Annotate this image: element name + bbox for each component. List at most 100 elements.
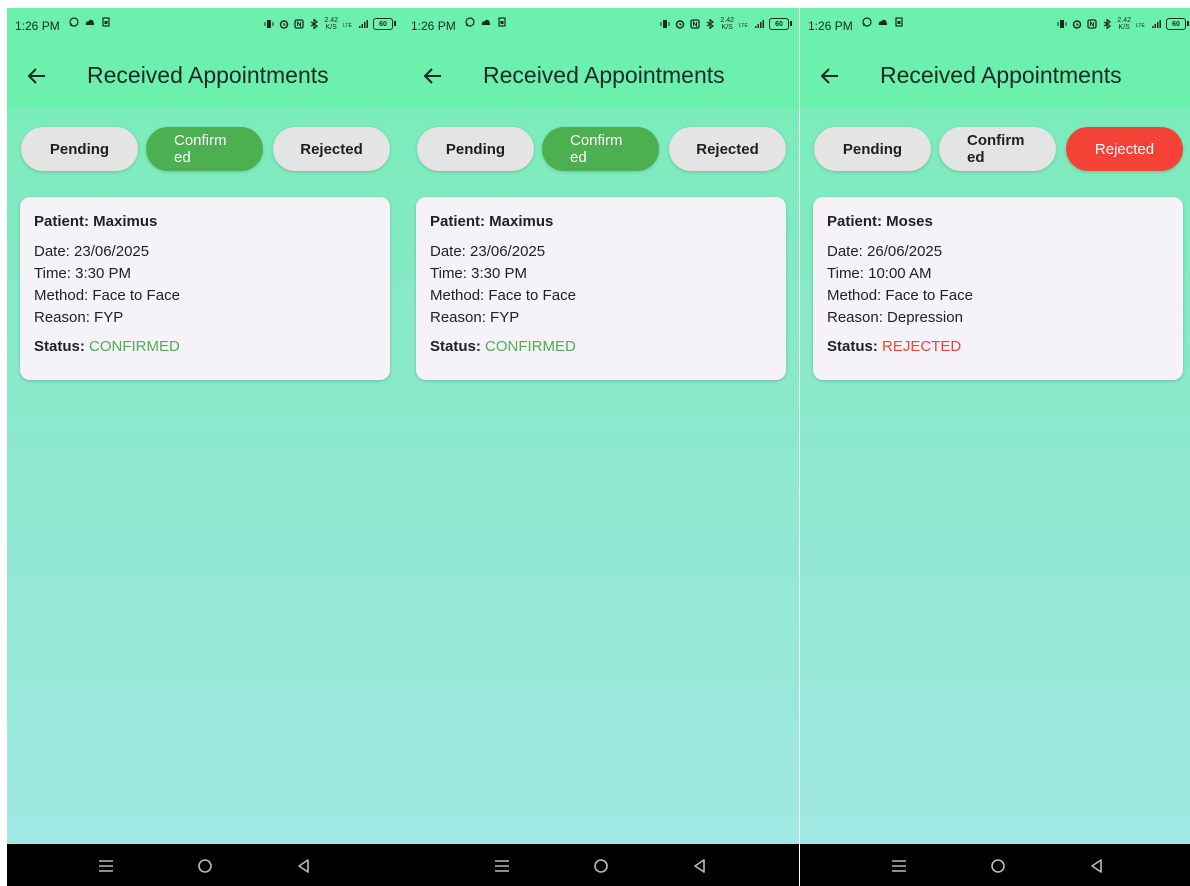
status-time: 1:26 PM	[808, 19, 853, 33]
battery-icon: 60	[373, 18, 396, 30]
tab-confirmed[interactable]: Confirm ed	[939, 127, 1056, 171]
stage: 1:26 PM 2.42 K/S LTE 60 Received Appointm…	[0, 0, 1190, 886]
appointment-date: Date: 23/06/2025	[430, 243, 546, 260]
appointment-card[interactable]: Patient: Maximus Date: 23/06/2025 Time: …	[416, 197, 786, 380]
appointment-card[interactable]: Patient: Moses Date: 26/06/2025 Time: 10…	[813, 197, 1183, 380]
sim-card-icon	[895, 17, 903, 27]
patient-name: Patient: Moses	[827, 213, 933, 230]
appointment-reason: Reason: Depression	[827, 309, 963, 326]
appointment-card[interactable]: Patient: Maximus Date: 23/06/2025 Time: …	[20, 197, 390, 380]
sim-card-icon	[498, 17, 506, 27]
vibrate-icon	[264, 20, 274, 28]
status-bar: 1:26 PM 2.42 K/S LTE 60	[800, 8, 1190, 44]
tab-rejected[interactable]: Rejected	[273, 127, 390, 171]
status-time: 1:26 PM	[15, 19, 60, 33]
back-triangle-icon[interactable]	[295, 857, 313, 875]
appointment-time: Time: 3:30 PM	[34, 265, 131, 282]
vibrate-icon	[660, 20, 670, 28]
page-title: Received Appointments	[880, 62, 1122, 88]
back-arrow-icon[interactable]	[421, 64, 445, 88]
svg-text:LTE: LTE	[739, 23, 748, 29]
net-speed: 2.42 K/S	[1117, 17, 1131, 31]
net-speed: 2.42 K/S	[324, 17, 338, 31]
back-arrow-icon[interactable]	[818, 64, 842, 88]
alarm-icon	[280, 20, 289, 29]
alarm-icon	[1073, 20, 1082, 29]
tab-rejected[interactable]: Rejected	[1066, 127, 1183, 171]
lte-icon: LTE	[739, 23, 748, 29]
appointment-status: Status: CONFIRMED	[34, 338, 376, 355]
status-bar: 1:26 PM 2.42 K/S LTE 60	[7, 8, 403, 44]
nfc-icon	[1087, 19, 1098, 29]
recent-apps-icon[interactable]	[97, 857, 115, 875]
tab-confirmed[interactable]: Confirm ed	[542, 127, 659, 171]
patient-name: Patient: Maximus	[34, 213, 158, 230]
tab-rejected[interactable]: Rejected	[669, 127, 786, 171]
home-icon[interactable]	[989, 857, 1007, 875]
nav-bar	[7, 844, 403, 886]
page-title: Received Appointments	[87, 62, 329, 88]
vibrate-icon	[1057, 20, 1067, 28]
status-value: CONFIRMED	[485, 338, 576, 355]
signal-icon	[1152, 20, 1161, 28]
status-label: Status:	[430, 338, 481, 355]
phone-screen-2: 1:26 PM 2.42 K/S LTE 60 Received Appointm…	[403, 8, 799, 886]
signal-icon	[359, 20, 368, 28]
appointment-status: Status: CONFIRMED	[430, 338, 772, 355]
back-triangle-icon[interactable]	[1088, 857, 1106, 875]
lte-icon: LTE	[343, 23, 352, 29]
tab-pending[interactable]: Pending	[417, 127, 534, 171]
appointment-method: Method: Face to Face	[34, 287, 180, 304]
nfc-icon	[690, 19, 701, 29]
page-title: Received Appointments	[483, 62, 725, 88]
appointment-reason: Reason: FYP	[34, 309, 124, 326]
nav-bar	[403, 844, 799, 886]
sim-card-icon	[102, 17, 110, 27]
back-triangle-icon[interactable]	[691, 857, 709, 875]
net-speed: 2.42 K/S	[720, 17, 734, 31]
lte-icon: LTE	[1136, 23, 1145, 29]
phone-screen-3: 1:26 PM 2.42 K/S LTE 60 Received Appointm…	[800, 8, 1190, 886]
status-time: 1:26 PM	[411, 19, 456, 33]
home-icon[interactable]	[196, 857, 214, 875]
bluetooth-icon	[1104, 19, 1112, 29]
app-bar: Received Appointments	[7, 44, 403, 108]
cloud-icon	[481, 19, 491, 25]
tab-confirmed[interactable]: Confirm ed	[146, 127, 263, 171]
appointment-date: Date: 26/06/2025	[827, 243, 943, 260]
cloud-icon	[85, 19, 95, 25]
bluetooth-icon	[311, 19, 319, 29]
whatsapp-icon	[69, 17, 79, 27]
battery-icon: 60	[1166, 18, 1189, 30]
home-icon[interactable]	[592, 857, 610, 875]
whatsapp-icon	[862, 17, 872, 27]
status-bar: 1:26 PM 2.42 K/S LTE 60	[403, 8, 799, 44]
signal-icon	[755, 20, 764, 28]
cloud-icon	[878, 19, 888, 25]
back-arrow-icon[interactable]	[25, 64, 49, 88]
tab-pending[interactable]: Pending	[21, 127, 138, 171]
app-bar: Received Appointments	[403, 44, 799, 108]
appointment-date: Date: 23/06/2025	[34, 243, 150, 260]
appointment-status: Status: REJECTED	[827, 338, 1169, 355]
recent-apps-icon[interactable]	[890, 857, 908, 875]
status-label: Status:	[827, 338, 878, 355]
svg-text:LTE: LTE	[343, 23, 352, 29]
appointment-method: Method: Face to Face	[430, 287, 576, 304]
bluetooth-icon	[707, 19, 715, 29]
phone-screen-1: 1:26 PM 2.42 K/S LTE 60 Received Appointm…	[7, 8, 403, 886]
nav-bar	[800, 844, 1190, 886]
appointment-reason: Reason: FYP	[430, 309, 520, 326]
tab-pending[interactable]: Pending	[814, 127, 931, 171]
battery-icon: 60	[769, 18, 792, 30]
nfc-icon	[294, 19, 305, 29]
status-label: Status:	[34, 338, 85, 355]
appointment-time: Time: 3:30 PM	[430, 265, 527, 282]
svg-text:LTE: LTE	[1136, 23, 1145, 29]
appointment-method: Method: Face to Face	[827, 287, 973, 304]
status-value: CONFIRMED	[89, 338, 180, 355]
patient-name: Patient: Maximus	[430, 213, 554, 230]
recent-apps-icon[interactable]	[493, 857, 511, 875]
app-bar: Received Appointments	[800, 44, 1190, 108]
status-value: REJECTED	[882, 338, 962, 355]
